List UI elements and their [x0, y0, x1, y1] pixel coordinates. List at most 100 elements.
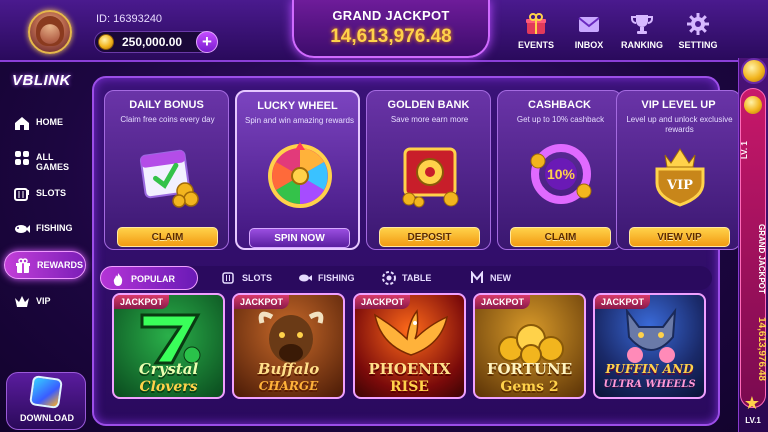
- game-tile-crystal-clovers[interactable]: JACKPOT Crystal Clovers: [112, 293, 225, 399]
- avatar[interactable]: [28, 10, 72, 54]
- tab-table[interactable]: TABLE: [372, 266, 450, 290]
- jackpot-badge: JACKPOT: [475, 295, 531, 309]
- fish-icon: [299, 274, 312, 282]
- events-label: EVENTS: [517, 40, 554, 50]
- gift-icon: [16, 258, 30, 273]
- promo-title: GOLDEN BANK: [387, 99, 470, 111]
- jackpot-badge: JACKPOT: [595, 295, 651, 309]
- seven-icon: [140, 313, 201, 365]
- chip-icon: [382, 271, 396, 285]
- slots-icon: [222, 272, 234, 284]
- grid-icon: [15, 151, 29, 165]
- promo-desc: Level up and unlock exclusive rewards: [626, 115, 733, 134]
- slots-icon: [14, 188, 29, 201]
- game-title-line2: Clovers: [139, 379, 198, 395]
- promo-card-lucky-wheel: LUCKY WHEEL Spin and win amazing rewards…: [235, 90, 360, 250]
- game-title-line1: Buffalo: [257, 360, 320, 378]
- wheel-icon: [268, 142, 332, 208]
- tab-label: SLOTS: [242, 273, 273, 283]
- promo-desc: Spin and win amazing rewards: [245, 116, 354, 125]
- promo-card-daily-bonus: DAILY BONUS Claim free coins every day C…: [104, 90, 229, 250]
- jackpot-badge: JACKPOT: [114, 295, 170, 309]
- game-title-line2: ULTRA WHEELS: [603, 379, 696, 390]
- gift-icon: [526, 13, 546, 34]
- vip-shield-icon: VIP: [655, 148, 705, 207]
- coin-pile-icon: [498, 324, 564, 363]
- sidebar-item-label: FISHING: [36, 223, 73, 233]
- tab-label: TABLE: [402, 273, 432, 283]
- game-title-line1: FORTUNE: [486, 360, 573, 378]
- vblink-logo: VBLINK: [12, 72, 71, 89]
- gear-icon: [687, 13, 709, 35]
- envelope-icon: [578, 17, 600, 32]
- spin-now-button[interactable]: SPIN NOW: [249, 228, 350, 248]
- coin-icon[interactable]: [741, 58, 767, 84]
- setting-button[interactable]: SETTING: [670, 12, 726, 58]
- sidebar-item-home[interactable]: HOME: [4, 109, 86, 137]
- cashback-percent: 10%: [547, 166, 576, 182]
- trophy-icon: [631, 15, 653, 34]
- buffalo-icon: [258, 311, 324, 363]
- jackpot-badge: JACKPOT: [234, 295, 290, 309]
- qr-code-icon: [29, 375, 63, 409]
- tab-fishing[interactable]: FISHING: [288, 266, 370, 290]
- sidebar-item-rewards[interactable]: REWARDS: [4, 251, 86, 279]
- cashback-claim-button[interactable]: CLAIM: [510, 227, 611, 247]
- sidebar-item-vip[interactable]: VIP: [4, 288, 86, 316]
- vip-badge-text: VIP: [666, 178, 693, 193]
- promo-card-vip-level-up: VIP LEVEL UP Level up and unlock exclusi…: [616, 90, 741, 250]
- crown-icon: [15, 296, 29, 307]
- new-icon: [471, 271, 483, 283]
- sidebar-item-all-games[interactable]: ALL GAMES: [4, 144, 86, 172]
- wolf-icon: [625, 307, 677, 363]
- inbox-label: INBOX: [574, 40, 604, 50]
- download-label: DOWNLOAD: [20, 413, 74, 423]
- ranking-button[interactable]: RANKING: [614, 12, 670, 58]
- grand-jackpot-value: 14,613,976.48: [330, 26, 452, 47]
- phoenix-icon: [373, 309, 449, 356]
- promo-card-cashback: CASHBACK Get up to 10% cashback 10% CLAI…: [497, 90, 622, 250]
- sidebar-item-label: ALL GAMES: [36, 152, 70, 172]
- daily-bonus-claim-button[interactable]: CLAIM: [117, 227, 218, 247]
- game-tile-fortune-gems-2[interactable]: JACKPOT FORTUNE Gems 2: [473, 293, 586, 399]
- sidebar-item-slots[interactable]: SLOTS: [4, 180, 86, 208]
- events-button[interactable]: EVENTS: [508, 12, 564, 58]
- rail-jackpot-title: GRAND JACKPOT: [757, 224, 766, 294]
- coin-icon: [744, 96, 762, 114]
- promo-title: VIP LEVEL UP: [641, 99, 716, 111]
- sidebar-item-label: VIP: [36, 296, 51, 306]
- tab-label: NEW: [490, 273, 511, 283]
- promo-title: CASHBACK: [528, 99, 591, 111]
- jackpot-badge: JACKPOT: [355, 295, 411, 309]
- game-tile-puffin-ultra-wheels[interactable]: JACKPOT PUFFIN AND ULTRA WHEELS: [593, 293, 706, 399]
- level-label: LV. 1: [740, 141, 749, 159]
- sidebar-item-label: SLOTS: [36, 188, 67, 198]
- promo-desc: Save more earn more: [390, 115, 469, 124]
- game-tile-phoenix-rise[interactable]: JACKPOT PHOENIX RISE: [353, 293, 466, 399]
- add-coins-button[interactable]: +: [196, 31, 218, 53]
- deposit-button[interactable]: DEPOSIT: [379, 227, 480, 247]
- download-button[interactable]: DOWNLOAD: [6, 372, 86, 430]
- game-title-line1: PUFFIN AND: [605, 362, 694, 376]
- tab-slots[interactable]: SLOTS: [212, 266, 290, 290]
- tab-label: POPULAR: [131, 274, 176, 284]
- view-vip-button[interactable]: VIEW VIP: [629, 227, 730, 247]
- safe-icon: [402, 147, 459, 208]
- tab-popular[interactable]: POPULAR: [100, 266, 198, 290]
- inbox-button[interactable]: INBOX: [561, 12, 617, 58]
- level-label-bottom: LV.1: [745, 416, 761, 425]
- tab-new[interactable]: NEW: [460, 266, 530, 290]
- promo-title: LUCKY WHEEL: [257, 100, 338, 112]
- setting-label: SETTING: [678, 40, 718, 50]
- sidebar-item-label: REWARDS: [37, 260, 84, 270]
- promo-desc: Claim free coins every day: [120, 115, 215, 124]
- rail-jackpot-value: 14,613,976.48: [756, 317, 767, 381]
- sidebar-item-fishing[interactable]: FISHING: [4, 215, 86, 243]
- tab-label: FISHING: [318, 273, 355, 283]
- promo-title: DAILY BONUS: [129, 99, 204, 111]
- star-icon[interactable]: ★: [742, 393, 762, 413]
- game-tile-buffalo-charge[interactable]: JACKPOT Buffalo CHARGE: [232, 293, 345, 399]
- game-title-line2: CHARGE: [258, 379, 319, 393]
- promo-card-golden-bank: GOLDEN BANK Save more earn more DEPOSIT: [366, 90, 491, 250]
- coin-icon: [98, 34, 114, 50]
